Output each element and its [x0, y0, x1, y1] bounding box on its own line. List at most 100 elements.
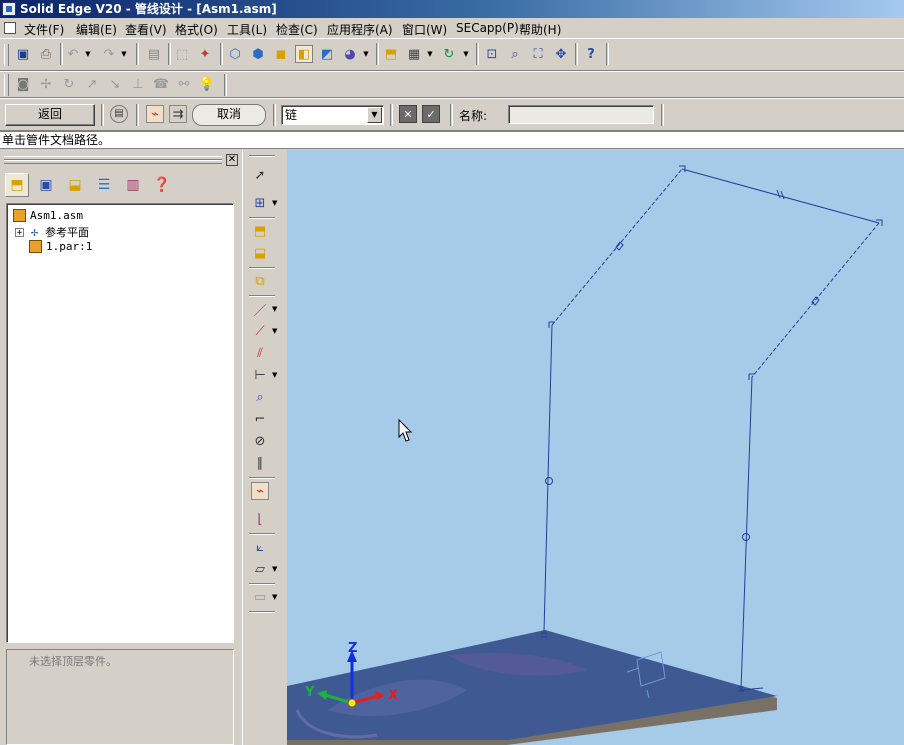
fit-icon[interactable]: ⛶ — [529, 45, 547, 63]
menu-applications[interactable]: 应用程序(A) — [327, 21, 393, 38]
camera-icon[interactable]: ◙ — [14, 75, 32, 93]
whats-this-help-icon[interactable]: ? — [582, 45, 600, 63]
select-tool-icon[interactable]: ⬚ — [173, 45, 191, 63]
path-segment[interactable] — [551, 168, 683, 326]
close-icon[interactable]: ✕ — [399, 105, 417, 123]
mate-icon[interactable]: ⬓ — [251, 244, 269, 262]
expand-icon[interactable]: + — [15, 227, 24, 237]
arc-icon[interactable]: ↻ — [60, 75, 78, 93]
panel-grip[interactable] — [4, 160, 222, 164]
print-icon[interactable]: ⎙ — [37, 45, 55, 63]
path-midpoint[interactable] — [615, 241, 624, 251]
layers-icon[interactable]: ☰ — [92, 173, 116, 197]
cancel-button[interactable]: 取消 — [192, 104, 266, 126]
zoom-area-icon[interactable]: ⊡ — [483, 45, 501, 63]
layer-icon[interactable]: ▦ — [405, 45, 423, 63]
assemble-dropdown-icon[interactable]: ▼ — [272, 194, 280, 212]
point-icon[interactable]: ✢ — [37, 75, 55, 93]
pan-icon[interactable]: ✥ — [552, 45, 570, 63]
break-icon[interactable]: ⊘ — [251, 432, 269, 450]
path-point[interactable] — [545, 477, 553, 485]
redo-icon[interactable]: ↷ — [100, 45, 118, 63]
line-arrow-icon[interactable]: ↗ — [83, 75, 101, 93]
menu-help[interactable]: 帮助(H) — [519, 21, 561, 38]
dimension-dropdown-icon[interactable]: ▼ — [272, 366, 280, 384]
menu-secapp[interactable]: SECapp(P) — [456, 21, 519, 35]
feature-library-icon[interactable]: ⬓ — [63, 173, 87, 197]
line-dropdown-icon[interactable]: ▼ — [272, 300, 280, 318]
link-icon[interactable]: ⚯ — [175, 75, 193, 93]
polyline-dropdown-icon[interactable]: ▼ — [272, 322, 280, 340]
toolbar-grip[interactable] — [4, 74, 9, 96]
sensors-icon[interactable]: ▥ — [121, 173, 145, 197]
wireframe-icon[interactable]: ◩ — [318, 45, 336, 63]
view-front-icon[interactable]: ⬢ — [249, 45, 267, 63]
plane-dropdown-icon[interactable]: ▼ — [272, 560, 280, 578]
menu-format[interactable]: 格式(O) — [175, 21, 218, 38]
options-icon[interactable]: ▤ — [110, 105, 128, 123]
diagonal-arrow-icon[interactable]: ↘ — [106, 75, 124, 93]
save-icon[interactable]: ▣ — [14, 45, 32, 63]
name-field[interactable] — [508, 105, 654, 124]
path-segment[interactable] — [751, 222, 880, 378]
plane-icon[interactable]: ▱ — [251, 560, 269, 578]
shaded-edges-icon[interactable]: ◧ — [295, 45, 313, 63]
phone-icon[interactable]: ☎ — [152, 75, 170, 93]
sphere-view-icon[interactable]: ◕ — [341, 45, 359, 63]
undo-icon[interactable]: ↶ — [64, 45, 82, 63]
fitting-icon[interactable]: ⇉ — [169, 105, 187, 123]
parallel-icon[interactable]: ∥ — [251, 454, 269, 472]
undo-dropdown-icon[interactable]: ▼ — [84, 45, 92, 63]
back-button[interactable]: 返回 — [5, 104, 95, 126]
layer-dropdown-icon[interactable]: ▼ — [426, 45, 434, 63]
line-icon[interactable]: ／ — [251, 300, 269, 319]
rotate-icon[interactable]: ↻ — [440, 45, 458, 63]
tree-item[interactable]: Asm1.asm — [13, 209, 83, 222]
dimension-icon[interactable]: ⊢ — [251, 366, 269, 384]
rotate-dropdown-icon[interactable]: ▼ — [462, 45, 470, 63]
parts-library-icon[interactable]: ▣ — [34, 173, 58, 197]
menu-edit[interactable]: 编辑(E) — [76, 21, 117, 38]
ground-icon[interactable]: ⊥ — [129, 75, 147, 93]
shaded-icon[interactable]: ◼ — [272, 45, 290, 63]
path-segment[interactable] — [681, 168, 880, 224]
menu-tools[interactable]: 工具(L) — [227, 21, 267, 38]
document-icon[interactable] — [4, 22, 16, 34]
tube-path[interactable] — [541, 165, 883, 692]
tree-item[interactable]: 1.par:1 — [29, 240, 92, 253]
toolbar-grip[interactable] — [4, 44, 9, 66]
tree-item[interactable]: + ✢ 参考平面 — [15, 224, 89, 240]
assembly-pathfinder-icon[interactable]: ⬒ — [5, 173, 29, 197]
insert-part-icon[interactable]: ⬒ — [251, 222, 269, 240]
connect-icon[interactable]: ⫽ — [251, 344, 269, 362]
structure-icon[interactable]: ⬒ — [382, 45, 400, 63]
base-plate[interactable] — [287, 630, 777, 740]
menu-file[interactable]: 文件(F) — [24, 21, 64, 38]
menu-view[interactable]: 查看(V) — [125, 21, 167, 38]
graphics-viewport[interactable]: Z X Y — [287, 150, 904, 745]
coordinate-system-icon[interactable]: ⟀ — [251, 538, 269, 556]
select-arrow-icon[interactable]: ➚ — [251, 166, 269, 184]
pattern-icon[interactable]: ⧉ — [251, 272, 269, 290]
tube-path-icon[interactable]: ⌁ — [251, 482, 269, 500]
chevron-down-icon[interactable]: ▼ — [367, 107, 382, 123]
view-iso-icon[interactable]: ⬡ — [226, 45, 244, 63]
view-tool-icon[interactable]: ▭ — [251, 588, 269, 606]
path-midpoint[interactable] — [811, 296, 820, 306]
selection-type-select[interactable]: 链 ▼ — [281, 105, 384, 125]
path-step-icon[interactable]: ⌁ — [146, 105, 164, 123]
render-icon[interactable]: ✦ — [196, 45, 214, 63]
polyline-icon[interactable]: ⟋ — [251, 322, 269, 340]
zoom-icon[interactable]: ⌕ — [506, 45, 524, 63]
menu-inspect[interactable]: 检查(C) — [276, 21, 318, 38]
view-tool-dropdown-icon[interactable]: ▼ — [272, 588, 280, 606]
tube-icon[interactable]: ⌊ — [251, 510, 269, 528]
close-icon[interactable]: ✕ — [226, 154, 238, 166]
model-canvas[interactable]: Z X Y — [287, 150, 904, 745]
view-dropdown-icon[interactable]: ▼ — [362, 45, 370, 63]
reports-icon[interactable]: ❓ — [150, 173, 174, 197]
accept-icon[interactable]: ✓ — [422, 105, 440, 123]
corner-icon[interactable]: ⌐ — [251, 410, 269, 428]
tip-icon[interactable]: 💡 — [198, 75, 216, 93]
menu-window[interactable]: 窗口(W) — [402, 21, 447, 38]
